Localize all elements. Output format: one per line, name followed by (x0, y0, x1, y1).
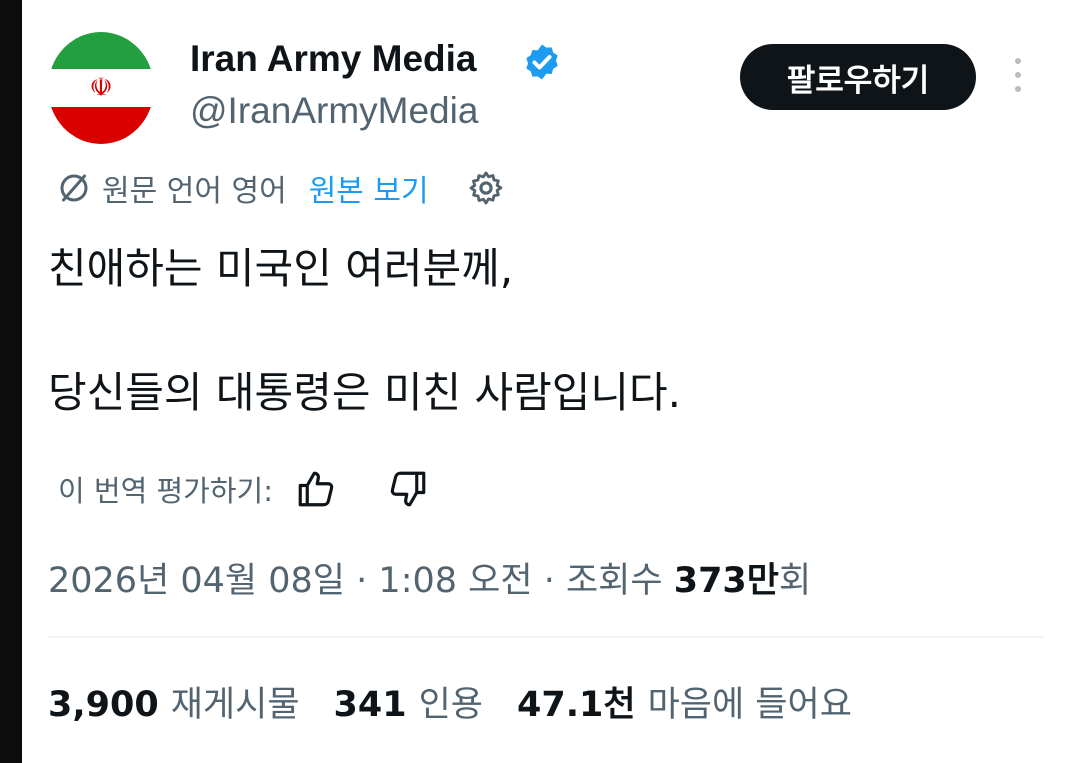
tweet-text: 친애하는 미국인 여러분께, 당신들의 대통령은 미친 사람입니다. (48, 238, 1048, 424)
views-count: 373만 (673, 561, 779, 601)
translation-row: 원문 언어 영어 원본 보기 (56, 166, 505, 210)
account-handle[interactable]: @IranArmyMedia (190, 90, 478, 132)
retweets-count: 3,900 (48, 685, 159, 725)
thumbs-down-icon[interactable] (387, 468, 429, 510)
views-suffix: 회 (778, 561, 812, 601)
engagement-stats: 3,900 재게시물 341 인용 47.1천 마음에 들어요 (48, 676, 886, 727)
verified-badge-icon (526, 44, 558, 80)
avatar[interactable]: ☫ (48, 32, 154, 144)
likes-count: 47.1천 (517, 685, 636, 725)
translate-icon (60, 174, 88, 202)
views-label: 조회수 (565, 561, 663, 601)
follow-button[interactable]: 팔로우하기 (740, 44, 976, 110)
tweet-date[interactable]: 2026년 04월 08일 (48, 561, 345, 601)
rate-translation-row: 이 번역 평가하기: (58, 464, 429, 514)
retweets-stat[interactable]: 3,900 재게시물 (48, 676, 300, 727)
gear-icon[interactable] (467, 169, 505, 207)
likes-stat[interactable]: 47.1천 마음에 들어요 (517, 676, 852, 727)
display-name[interactable]: Iran Army Media (190, 38, 477, 80)
more-options-icon[interactable] (1010, 58, 1026, 98)
quotes-count: 341 (333, 685, 407, 725)
thumbs-up-icon[interactable] (295, 468, 337, 510)
likes-label: 마음에 들어요 (647, 685, 852, 725)
divider (48, 636, 1044, 638)
tweet-time[interactable]: 1:08 오전 (378, 561, 532, 601)
tweet-line-1: 친애하는 미국인 여러분께, (48, 244, 514, 293)
tweet-meta: 2026년 04월 08일 · 1:08 오전 · 조회수 373만회 (48, 552, 811, 603)
view-original-link[interactable]: 원본 보기 (309, 166, 429, 210)
meta-separator: · (543, 561, 555, 601)
tweet-line-2: 당신들의 대통령은 미친 사람입니다. (48, 368, 682, 417)
tweet-card: ☫ Iran Army Media @IranArmyMedia 팔로우하기 원… (22, 0, 1080, 763)
source-language-text: 원문 언어 영어 (102, 174, 287, 209)
rate-translation-label: 이 번역 평가하기: (58, 474, 273, 508)
retweets-label: 재게시물 (170, 685, 300, 725)
quotes-label: 인용 (418, 685, 483, 725)
meta-separator: · (356, 561, 368, 601)
iran-emblem-icon: ☫ (89, 73, 113, 103)
quotes-stat[interactable]: 341 인용 (334, 676, 483, 727)
